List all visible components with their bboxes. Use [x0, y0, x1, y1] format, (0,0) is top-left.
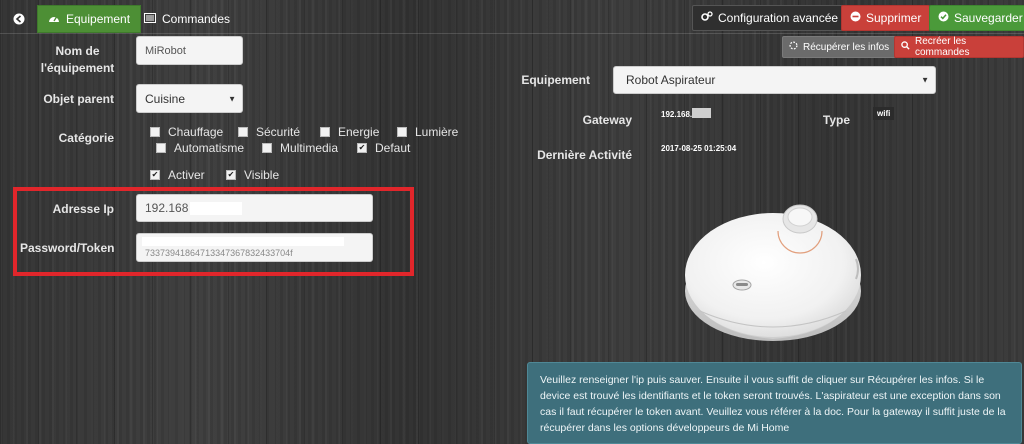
token-label: Password/Token: [20, 241, 115, 255]
ip-address-value: 192.168: [145, 201, 189, 215]
tab-divider: [0, 33, 1024, 34]
category-multimedia-label: Multimedia: [280, 141, 339, 155]
parent-object-select[interactable]: Cuisine ▼: [136, 84, 243, 113]
gateway-value: 192.168.: [661, 110, 693, 119]
parent-object-value: Cuisine: [145, 91, 186, 106]
delete-button[interactable]: Supprimer: [841, 5, 931, 31]
category-label: Catégorie: [58, 131, 114, 145]
category-energie[interactable]: Energie: [320, 125, 379, 139]
info-alert: Veuillez renseigner l'ip puis sauver. En…: [527, 362, 1022, 444]
back-arrow-icon[interactable]: [6, 6, 32, 32]
category-automatisme[interactable]: Automatisme: [156, 141, 244, 155]
delete-label: Supprimer: [866, 11, 922, 25]
parent-object-label: Objet parent: [43, 92, 114, 106]
search-icon: [901, 41, 910, 53]
redaction-block: [190, 201, 243, 215]
checkbox-automatisme[interactable]: [156, 143, 166, 153]
recreate-commands-label: Recréer les commandes: [915, 36, 970, 58]
fetch-info-button[interactable]: Récupérer les infos: [782, 36, 897, 58]
tab-equipement[interactable]: Equipement: [37, 5, 142, 33]
checkbox-chauffage[interactable]: [150, 127, 160, 137]
category-defaut[interactable]: ✔ Defaut: [357, 141, 410, 155]
checkbox-lumiere[interactable]: [397, 127, 407, 137]
ip-address-label: Adresse Ip: [52, 202, 114, 216]
checkbox-securite[interactable]: [238, 127, 248, 137]
redaction-block: [142, 237, 344, 246]
checkbox-energie[interactable]: [320, 127, 330, 137]
category-automatisme-label: Automatisme: [174, 141, 245, 155]
last-activity-label: Dernière Activité: [537, 148, 632, 162]
category-chauffage[interactable]: Chauffage: [150, 125, 223, 139]
activate-label: Activer: [168, 168, 205, 182]
category-multimedia[interactable]: Multimedia: [262, 141, 338, 155]
category-securite-label: Sécurité: [256, 125, 301, 139]
spinner-icon: [789, 41, 798, 53]
checkbox-activer[interactable]: ✔: [150, 170, 160, 180]
last-activity-value: 2017-08-25 01:25:04: [661, 144, 737, 153]
recreate-commands-button[interactable]: Recréer les commandes: [894, 36, 1024, 58]
tab-commandes-label: Commandes: [162, 12, 231, 26]
visible-option[interactable]: ✔ Visible: [226, 168, 279, 182]
chevron-down-icon: ▼: [228, 94, 236, 103]
checkbox-defaut[interactable]: ✔: [357, 143, 367, 153]
category-securite[interactable]: Sécurité: [238, 125, 300, 139]
type-value: wifi: [873, 107, 895, 120]
checkbox-visible[interactable]: ✔: [226, 170, 236, 180]
device-name-label-line1: Nom de: [55, 44, 100, 58]
device-name-label: Nom de l'équipement: [40, 43, 115, 77]
activate-option[interactable]: ✔ Activer: [150, 168, 205, 182]
device-name-value: MiRobot: [145, 44, 186, 57]
device-name-label-line2: l'équipement: [40, 61, 115, 75]
category-lumiere-label: Lumière: [415, 125, 459, 139]
checkbox-multimedia[interactable]: [262, 143, 272, 153]
category-chauffage-label: Chauffage: [168, 125, 224, 139]
equipment-type-select[interactable]: Robot Aspirateur ▼: [613, 66, 936, 94]
device-name-input[interactable]: MiRobot: [136, 36, 243, 65]
category-defaut-label: Defaut: [375, 141, 411, 155]
gateway-label: Gateway: [582, 113, 632, 127]
robot-vacuum-image: [680, 193, 866, 345]
tab-commandes[interactable]: Commandes: [134, 5, 240, 33]
fetch-info-label: Récupérer les infos: [803, 41, 890, 53]
dashboard-icon: [48, 12, 60, 26]
minus-circle-icon: [850, 11, 861, 25]
redaction-block: [692, 108, 711, 118]
equipment-type-label: Equipement: [521, 73, 590, 87]
chevron-down-icon: ▼: [921, 75, 929, 85]
category-energie-label: Energie: [338, 125, 380, 139]
advanced-config-button[interactable]: Configuration avancée: [692, 5, 848, 31]
list-icon: [144, 12, 156, 26]
type-label: Type: [822, 113, 850, 127]
tab-equipement-label: Equipement: [66, 12, 131, 26]
ip-address-input[interactable]: 192.168: [136, 194, 373, 222]
save-button[interactable]: Sauvegarder: [929, 5, 1024, 31]
check-circle-icon: [938, 11, 949, 25]
save-label: Sauvegarder: [954, 11, 1023, 25]
advanced-config-label: Configuration avancée: [718, 11, 839, 25]
token-value: 73373941864713347367832433704f: [145, 247, 293, 258]
visible-label: Visible: [244, 168, 280, 182]
category-lumiere[interactable]: Lumière: [397, 125, 458, 139]
equipment-type-value: Robot Aspirateur: [626, 73, 716, 87]
cogs-icon: [701, 11, 713, 25]
